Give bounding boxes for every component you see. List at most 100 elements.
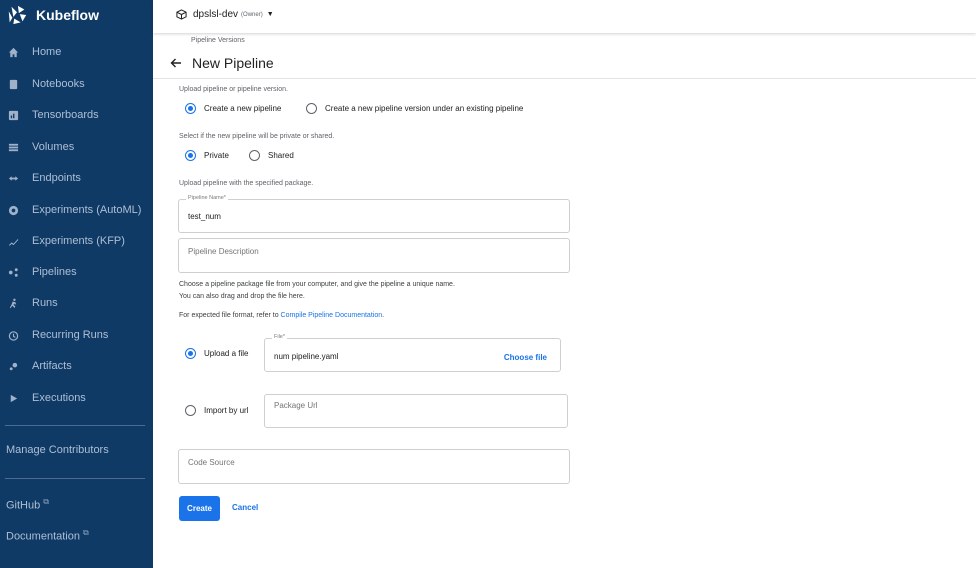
cancel-button[interactable]: Cancel <box>232 503 258 512</box>
visibility-prompt: Select if the new pipeline will be priva… <box>179 133 335 140</box>
sidebar-item-experiments-kfp[interactable]: Experiments (KFP) <box>0 230 153 252</box>
radio-label: Private <box>204 151 229 160</box>
tensorboard-icon <box>7 109 19 121</box>
github-link[interactable]: GitHub ⧉ <box>6 497 49 512</box>
kubeflow-logo-icon <box>8 5 27 25</box>
pipeline-name-input[interactable] <box>188 212 548 221</box>
package-url-field[interactable] <box>264 394 568 428</box>
help-text-line2: You can also drag and drop the file here… <box>179 293 305 300</box>
pipeline-description-input[interactable] <box>188 247 548 256</box>
manage-contributors-link[interactable]: Manage Contributors <box>6 444 109 456</box>
radio-unselected-icon <box>306 103 317 114</box>
sidebar-item-label: Pipelines <box>32 266 77 278</box>
help-text-line1: Choose a pipeline package file from your… <box>179 281 455 288</box>
pipelines-icon <box>7 266 19 278</box>
sidebar-item-experiments-automl[interactable]: Experiments (AutoML) <box>0 199 153 221</box>
sidebar-item-label: Home <box>32 46 62 58</box>
executions-icon <box>7 392 19 404</box>
radio-label: Create a new pipeline <box>204 104 282 113</box>
code-source-input[interactable] <box>188 458 548 467</box>
format-help-suffix: . <box>382 312 385 319</box>
radio-label: Upload a file <box>204 349 249 358</box>
top-bar: dpslsl-dev (Owner) ▼ <box>153 0 976 33</box>
documentation-link[interactable]: Documentation ⧉ <box>6 528 89 543</box>
sidebar-item-label: Executions <box>32 392 86 404</box>
recurring-runs-icon <box>7 329 19 341</box>
radio-label: Import by url <box>204 406 249 415</box>
sidebar: Kubeflow Home Notebooks Tensorboards Vol… <box>0 0 153 568</box>
file-field[interactable]: File* Choose file <box>264 334 561 372</box>
file-name-input[interactable] <box>274 352 474 361</box>
sidebar-item-label: Volumes <box>32 141 75 153</box>
sidebar-item-recurring-runs[interactable]: Recurring Runs <box>0 324 153 346</box>
automl-icon <box>7 204 19 216</box>
endpoints-icon <box>7 172 19 184</box>
package-prompt: Upload pipeline with the specified packa… <box>179 180 314 187</box>
back-arrow-icon[interactable] <box>169 56 183 70</box>
namespace-name: dpslsl-dev <box>193 9 239 20</box>
sidebar-item-runs[interactable]: Runs <box>0 292 153 314</box>
radio-unselected-icon <box>249 150 260 161</box>
chevron-down-icon: ▼ <box>266 11 274 18</box>
volumes-icon <box>7 141 19 153</box>
sidebar-item-tensorboards[interactable]: Tensorboards <box>0 104 153 126</box>
radio-create-new-version[interactable]: Create a new pipeline version under an e… <box>306 103 523 114</box>
github-link-label: GitHub <box>6 499 41 512</box>
header-divider <box>153 78 976 79</box>
code-source-field[interactable] <box>178 449 570 484</box>
pipeline-description-field[interactable] <box>178 238 570 273</box>
brand-name: Kubeflow <box>36 7 99 23</box>
documentation-link-label: Documentation <box>6 530 80 543</box>
sidebar-item-label: Endpoints <box>32 172 81 184</box>
radio-import-by-url[interactable]: Import by url <box>185 405 248 416</box>
radio-shared[interactable]: Shared <box>249 150 294 161</box>
page-title: New Pipeline <box>192 55 274 71</box>
runs-icon <box>7 297 19 309</box>
namespace-cube-icon <box>176 9 187 20</box>
sidebar-item-notebooks[interactable]: Notebooks <box>0 73 153 95</box>
pipeline-name-field[interactable]: Pipeline Name* <box>178 195 570 233</box>
radio-selected-icon <box>185 150 196 161</box>
artifacts-icon <box>7 360 19 372</box>
radio-private[interactable]: Private <box>185 150 229 161</box>
radio-create-new-pipeline[interactable]: Create a new pipeline <box>185 103 281 114</box>
namespace-role: (Owner) <box>241 11 263 18</box>
sidebar-item-label: Notebooks <box>32 78 85 90</box>
radio-selected-icon <box>185 348 196 359</box>
home-icon <box>7 46 19 58</box>
kfp-icon <box>7 235 19 247</box>
sidebar-item-home[interactable]: Home <box>0 41 153 63</box>
sidebar-item-label: Recurring Runs <box>32 329 109 341</box>
create-button[interactable]: Create <box>179 496 220 521</box>
sidebar-item-executions[interactable]: Executions <box>0 387 153 409</box>
file-label: File* <box>272 334 288 340</box>
external-link-icon: ⧉ <box>43 497 49 506</box>
breadcrumb[interactable]: Pipeline Versions <box>191 37 245 44</box>
sidebar-item-label: Tensorboards <box>32 109 99 121</box>
sidebar-item-endpoints[interactable]: Endpoints <box>0 167 153 189</box>
package-url-input[interactable] <box>274 401 554 410</box>
radio-selected-icon <box>185 103 196 114</box>
compile-pipeline-documentation-link[interactable]: Compile Pipeline Documentation <box>281 312 383 319</box>
page-header: New Pipeline <box>169 55 274 71</box>
choose-file-button[interactable]: Choose file <box>504 353 547 362</box>
sidebar-divider <box>5 478 145 479</box>
sidebar-item-label: Experiments (KFP) <box>32 235 125 247</box>
sidebar-item-pipelines[interactable]: Pipelines <box>0 261 153 283</box>
radio-upload-file[interactable]: Upload a file <box>185 348 248 359</box>
radio-unselected-icon <box>185 405 196 416</box>
sidebar-divider <box>5 425 145 426</box>
format-help-prefix: For expected file format, refer to <box>179 312 281 319</box>
sidebar-item-label: Runs <box>32 297 58 309</box>
namespace-selector[interactable]: dpslsl-dev (Owner) ▼ <box>176 9 274 20</box>
sidebar-item-label: Artifacts <box>32 360 72 372</box>
kubeflow-brand[interactable]: Kubeflow <box>6 3 99 27</box>
sidebar-item-artifacts[interactable]: Artifacts <box>0 355 153 377</box>
upload-prompt: Upload pipeline or pipeline version. <box>179 86 288 93</box>
external-link-icon: ⧉ <box>83 528 89 537</box>
notebook-icon <box>7 78 19 90</box>
pipeline-name-label: Pipeline Name* <box>186 195 228 201</box>
format-help: For expected file format, refer to Compi… <box>179 312 384 319</box>
sidebar-item-label: Experiments (AutoML) <box>32 204 142 216</box>
sidebar-item-volumes[interactable]: Volumes <box>0 136 153 158</box>
